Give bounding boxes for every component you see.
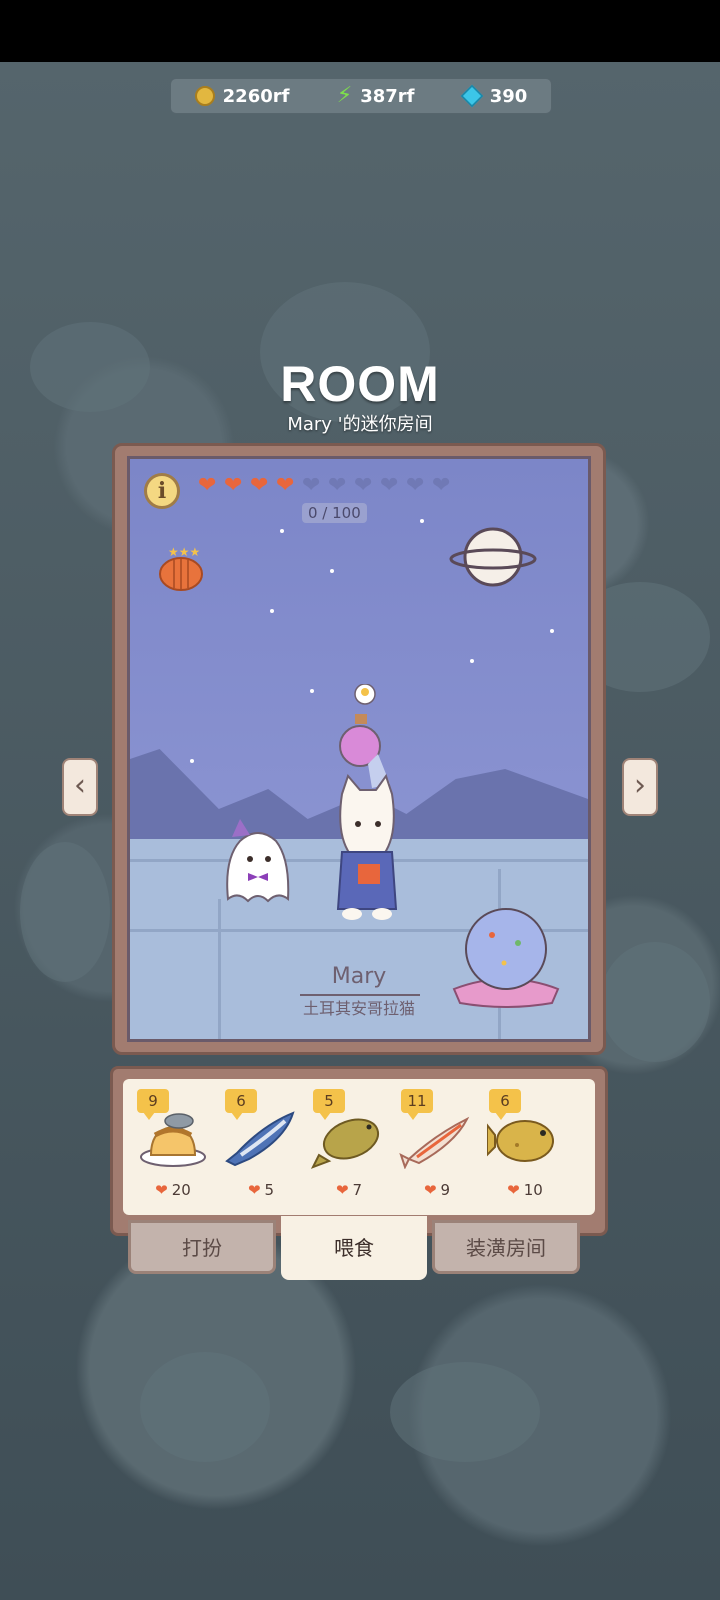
- heart-icon: ❤: [335, 1181, 349, 1199]
- tuna-icon: [225, 1111, 295, 1167]
- previous-room-button[interactable]: ‹: [62, 758, 98, 816]
- food-item-pudding[interactable]: 9 ❤ 20: [129, 1087, 217, 1207]
- cat-character-icon[interactable]: [320, 684, 410, 924]
- food-item-small-fish[interactable]: 11 ❤ 9: [393, 1087, 481, 1207]
- room-scene: i ❤ ❤ ❤ ❤ ❤ ❤ ❤ ❤ ❤ ❤ 0 / 100 ★★★ Mary 土…: [127, 456, 591, 1042]
- star-icon: [470, 659, 474, 663]
- heart-empty-icon: ❤: [380, 473, 399, 498]
- page-title: ROOM: [280, 356, 440, 412]
- energy-counter: ⚡ 387rf: [336, 83, 415, 108]
- star-icon: [550, 629, 554, 633]
- heart-empty-icon: ❤: [302, 473, 321, 498]
- tab-dress-up[interactable]: 打扮: [128, 1220, 276, 1274]
- star-icon: [280, 529, 284, 533]
- star-icon: [420, 519, 424, 523]
- info-button[interactable]: i: [144, 473, 180, 509]
- food-love: ❤ 7: [335, 1181, 363, 1199]
- carp-icon: [311, 1118, 380, 1169]
- character-breed: 土耳其安哥拉猫: [302, 999, 415, 1018]
- heart-full-icon: ❤: [224, 473, 243, 498]
- heart-icon: ❤: [155, 1181, 168, 1199]
- heart-icon: ❤: [507, 1181, 520, 1199]
- affection-progress: 0 / 100: [302, 503, 367, 523]
- food-love: ❤ 20: [155, 1181, 191, 1199]
- flounder-icon: [487, 1120, 554, 1162]
- coin-counter: 2260rf: [194, 85, 290, 107]
- heart-icon: ❤: [247, 1181, 261, 1199]
- heart-full-icon: ❤: [198, 473, 217, 498]
- star-icon: [270, 609, 274, 613]
- food-item-flounder[interactable]: 6 ❤ 10: [481, 1087, 569, 1207]
- pudding-icon: [140, 1113, 206, 1167]
- resource-bar: 2260rf ⚡ 387rf 390: [170, 78, 552, 114]
- tab-decorate-room[interactable]: 装潢房间: [432, 1220, 580, 1274]
- page-subtitle: Mary '的迷你房间: [287, 414, 433, 435]
- planet-decoration-icon: [449, 527, 537, 587]
- svg-text:★★★: ★★★: [168, 545, 200, 559]
- lightning-icon: ⚡: [336, 83, 353, 108]
- food-list[interactable]: 9 ❤ 20 6 ❤ 5 5 ❤ 7 11 ❤ 9 6 ❤ 10: [123, 1079, 595, 1215]
- star-icon: [330, 569, 334, 573]
- ghost-pet-icon: [226, 819, 290, 903]
- gem-counter: 390: [460, 84, 528, 108]
- coin-icon: [194, 86, 215, 106]
- character-name: Mary: [331, 964, 387, 989]
- tab-feed[interactable]: 喂食: [281, 1216, 427, 1280]
- small-fish-icon: [399, 1116, 470, 1169]
- food-panel: 9 ❤ 20 6 ❤ 5 5 ❤ 7 11 ❤ 9 6 ❤ 10: [110, 1066, 608, 1236]
- heart-full-icon: ❤: [276, 473, 295, 498]
- gem-value: 390: [489, 85, 528, 107]
- food-love: ❤ 5: [247, 1181, 275, 1199]
- heart-empty-icon: ❤: [406, 473, 425, 498]
- star-icon: [310, 689, 314, 693]
- heart-empty-icon: ❤: [328, 473, 347, 498]
- room-frame: i ❤ ❤ ❤ ❤ ❤ ❤ ❤ ❤ ❤ ❤ 0 / 100 ★★★ Mary 土…: [112, 443, 606, 1055]
- energy-value: 387rf: [360, 85, 415, 107]
- coin-value: 2260rf: [222, 85, 290, 107]
- crystal-ball-icon: [452, 908, 560, 1008]
- heart-full-icon: ❤: [250, 473, 269, 498]
- food-love: ❤ 10: [507, 1181, 543, 1199]
- food-item-tuna[interactable]: 6 ❤ 5: [217, 1087, 305, 1207]
- gem-icon: [460, 84, 484, 108]
- heart-empty-icon: ❤: [354, 473, 373, 498]
- food-item-carp[interactable]: 5 ❤ 7: [305, 1087, 393, 1207]
- pumpkin-badge-icon[interactable]: ★★★: [156, 544, 206, 592]
- next-room-button[interactable]: ›: [622, 758, 658, 816]
- status-bar: [0, 0, 720, 62]
- heart-icon: ❤: [423, 1181, 437, 1199]
- heart-empty-icon: ❤: [432, 473, 451, 498]
- food-love: ❤ 9: [423, 1181, 451, 1199]
- affection-hearts: ❤ ❤ ❤ ❤ ❤ ❤ ❤ ❤ ❤ ❤: [198, 475, 454, 497]
